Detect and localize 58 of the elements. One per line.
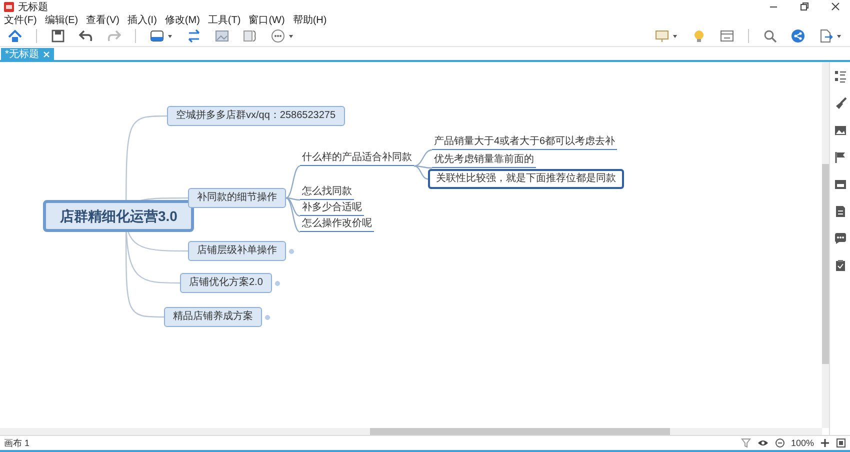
save-icon[interactable] — [51, 29, 65, 43]
lightbulb-icon[interactable] — [692, 29, 706, 43]
flag-icon[interactable] — [834, 151, 846, 164]
central-topic[interactable]: 店群精细化运营3.0 — [43, 200, 194, 232]
swap-icon[interactable] — [187, 29, 201, 43]
undo-icon[interactable] — [79, 29, 93, 43]
canvas-label[interactable]: 画布 1 — [4, 436, 30, 450]
outline-icon[interactable] — [834, 70, 846, 83]
eye-icon[interactable] — [756, 438, 769, 448]
caret-icon[interactable] — [167, 32, 173, 40]
image-icon[interactable] — [834, 124, 846, 137]
menu-item[interactable]: 帮助(H) — [292, 12, 328, 26]
menu-item[interactable]: 查看(V) — [85, 12, 120, 26]
more-icon[interactable] — [271, 29, 285, 43]
subtopic[interactable]: 补多少合适呢 — [300, 202, 364, 216]
menu-item[interactable]: 窗口(W) — [248, 12, 286, 26]
share-icon[interactable] — [791, 29, 805, 43]
caret-icon[interactable] — [288, 32, 294, 40]
subtopic[interactable]: 产品销量大于4或者大于6都可以考虑去补 — [432, 136, 618, 150]
main-topic[interactable]: 精品店铺养成方案 — [164, 307, 262, 327]
window-title: 无标题 — [18, 0, 48, 14]
window-icon[interactable] — [720, 29, 734, 43]
brush-icon[interactable] — [834, 97, 846, 110]
app-logo-icon — [4, 2, 14, 12]
zoom-out-icon[interactable] — [774, 438, 785, 448]
caret-icon[interactable] — [836, 32, 842, 40]
subtopic[interactable]: 关联性比较强，就是下面推荐位都是同款 — [428, 169, 624, 189]
main-topic[interactable]: 店铺层级补单操作 — [188, 241, 286, 261]
restore-icon[interactable] — [800, 2, 809, 11]
main-topic[interactable]: 补同款的细节操作 — [188, 188, 286, 208]
menu-item[interactable]: 文件(F) — [3, 12, 38, 26]
menu-item[interactable]: 工具(T) — [206, 12, 242, 26]
filter-icon[interactable] — [740, 438, 751, 448]
menu-item[interactable]: 修改(M) — [164, 12, 201, 26]
vertical-scrollbar[interactable] — [822, 62, 829, 428]
caret-icon[interactable] — [672, 32, 678, 40]
subtopic[interactable]: 什么样的产品适合补同款 — [300, 152, 414, 166]
note-icon[interactable] — [834, 205, 846, 218]
search-icon[interactable] — [763, 29, 777, 43]
subtopic[interactable]: 怎么操作改价呢 — [300, 218, 374, 232]
menu-item[interactable]: 插入(I) — [126, 12, 158, 26]
horizontal-scrollbar[interactable] — [0, 428, 822, 435]
home-icon[interactable] — [8, 29, 22, 43]
export-icon[interactable] — [819, 29, 833, 43]
zoom-level: 100% — [790, 438, 814, 448]
close-icon[interactable] — [831, 2, 840, 11]
theme-icon[interactable] — [150, 29, 164, 43]
main-topic[interactable]: 店铺优化方案2.0 — [180, 273, 272, 293]
subtopic[interactable]: 怎么找同款 — [300, 186, 354, 200]
picture-frame-icon[interactable] — [834, 178, 846, 191]
subtopic[interactable]: 优先考虑销量靠前面的 — [432, 154, 536, 168]
main-topic[interactable]: 空城拼多多店群vx/qq：2586523275 — [167, 106, 345, 126]
menu-item[interactable]: 编辑(E) — [44, 12, 80, 26]
brace-icon[interactable] — [243, 29, 257, 43]
fit-view-icon[interactable] — [836, 438, 846, 448]
zoom-in-icon[interactable] — [820, 438, 830, 448]
comment-icon[interactable] — [834, 232, 846, 245]
task-icon[interactable] — [834, 259, 846, 272]
